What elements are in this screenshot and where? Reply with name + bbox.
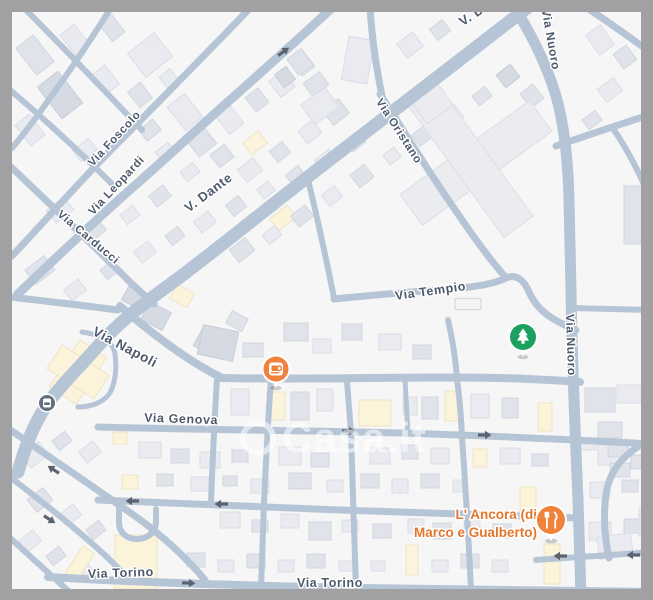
building (138, 441, 162, 459)
building (372, 523, 392, 539)
building (288, 472, 312, 490)
building (499, 447, 521, 465)
building (219, 511, 241, 529)
building (391, 478, 409, 494)
building (431, 559, 449, 573)
coffee-cup-icon (269, 362, 283, 376)
building (222, 475, 238, 487)
building (616, 384, 644, 404)
building (430, 447, 450, 465)
building (170, 448, 190, 464)
restaurant-label-line2[interactable]: Marco e Gualberto) (412, 524, 538, 542)
street-label: Via Torino (88, 565, 154, 581)
building (470, 393, 490, 419)
street-label: Via Nuoro (563, 314, 579, 376)
building (537, 402, 553, 432)
building (405, 544, 419, 576)
map-frame-left (0, 0, 12, 600)
building (584, 387, 616, 413)
building (190, 476, 210, 492)
building (283, 322, 309, 342)
building (231, 449, 249, 463)
building (338, 560, 354, 572)
bus-icon (43, 398, 51, 408)
restaurant-label-line1[interactable]: L' Ancora (di (454, 506, 538, 524)
building (623, 518, 641, 534)
map-frame-top (0, 0, 653, 12)
transit-stop-marker[interactable] (37, 393, 57, 413)
building (326, 479, 344, 493)
building (277, 559, 295, 573)
building (378, 333, 402, 351)
building (341, 323, 363, 341)
building (121, 474, 139, 490)
building (312, 338, 332, 354)
building (412, 344, 432, 360)
road (569, 305, 653, 313)
building (621, 479, 639, 493)
building (360, 473, 380, 489)
building (491, 559, 509, 573)
watermark-text: Casa.it (282, 414, 427, 461)
building (531, 453, 549, 467)
map-canvas[interactable]: Via Foscolo Via Leopardi Via Carducci V. Da… (0, 0, 653, 600)
building (420, 473, 440, 489)
map-frame-bottom (0, 589, 653, 600)
building (370, 560, 386, 572)
building (597, 421, 623, 439)
building (501, 397, 519, 419)
building (308, 521, 332, 541)
building (454, 297, 482, 311)
building (280, 513, 300, 529)
building (112, 431, 128, 445)
street-label: Via Torino (297, 576, 363, 590)
building (472, 448, 488, 468)
building (543, 543, 561, 585)
map-frame-right (641, 0, 653, 600)
building (316, 388, 334, 412)
building (242, 342, 264, 358)
building (156, 473, 174, 487)
building (306, 553, 326, 569)
building (217, 559, 235, 573)
street-label: Via Genova (144, 411, 219, 428)
building (230, 388, 250, 416)
